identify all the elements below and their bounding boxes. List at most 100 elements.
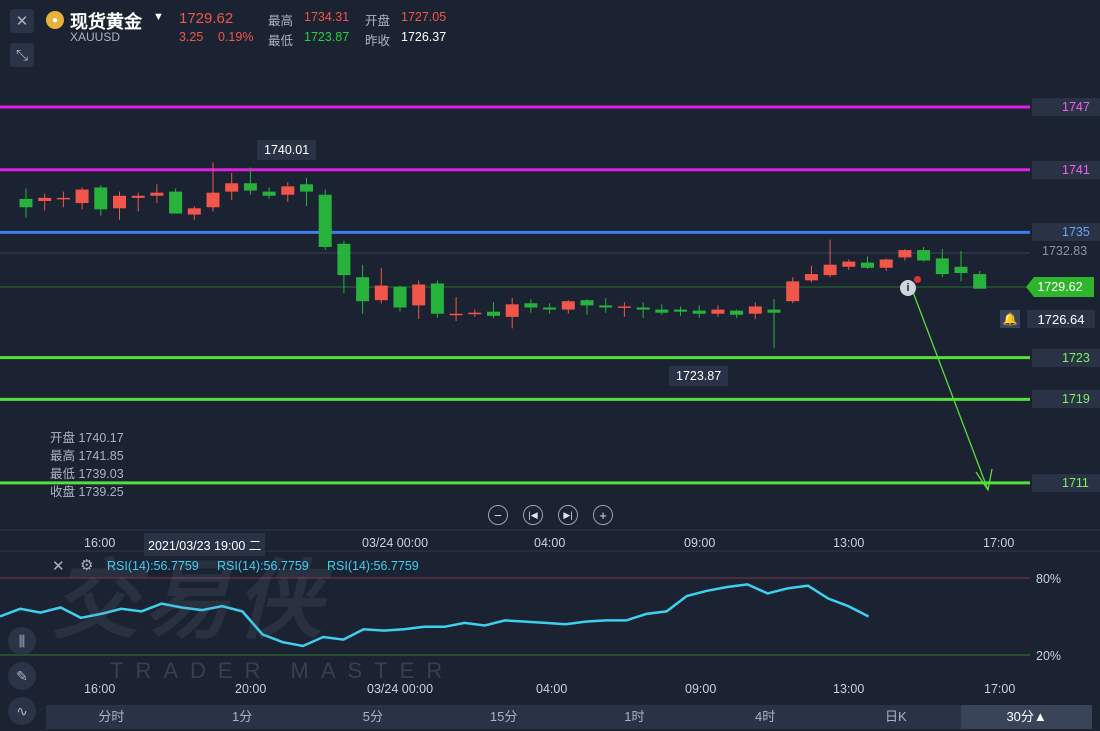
timeframe-tab[interactable]: 1分 bbox=[177, 705, 308, 729]
open-label: 开盘 bbox=[365, 14, 391, 28]
settings-icon[interactable]: ⚙ bbox=[80, 556, 93, 574]
info-icon[interactable]: i bbox=[900, 280, 916, 296]
candle-body[interactable] bbox=[711, 309, 725, 314]
timeframe-tab[interactable]: 4时 bbox=[700, 705, 831, 729]
candle-body[interactable] bbox=[38, 197, 52, 202]
candle-body[interactable] bbox=[356, 277, 370, 302]
ref-price-label: 1732.83 bbox=[1042, 244, 1088, 258]
timeframe-tab[interactable]: 日K bbox=[831, 705, 962, 729]
candle-body[interactable] bbox=[243, 183, 257, 191]
close-icon[interactable]: ✕ bbox=[10, 9, 34, 33]
candle-body[interactable] bbox=[206, 192, 220, 208]
candle-body[interactable] bbox=[281, 186, 295, 195]
step-forward-button[interactable]: ▶| bbox=[558, 505, 578, 525]
candle-body[interactable] bbox=[374, 285, 388, 301]
chevron-down-icon[interactable]: ▼ bbox=[153, 11, 164, 23]
level-tag: 1735 bbox=[1032, 223, 1100, 242]
candle-body[interactable] bbox=[692, 310, 706, 314]
candle-body[interactable] bbox=[56, 197, 70, 200]
timeframe-bar: 分时 1分 5分 15分 1时 4时 日K 30分▲ bbox=[46, 705, 1092, 729]
candle-body[interactable] bbox=[580, 300, 594, 306]
candle-body[interactable] bbox=[655, 309, 669, 313]
candle-body[interactable] bbox=[412, 284, 426, 306]
rsi-upper-label: 80% bbox=[1036, 572, 1062, 586]
step-back-button[interactable]: |◀ bbox=[523, 505, 543, 525]
indicator-icon[interactable]: ∿ bbox=[8, 697, 36, 725]
candle-body[interactable] bbox=[917, 250, 931, 261]
low-value: 1723.87 bbox=[304, 30, 350, 44]
candle-body[interactable] bbox=[898, 250, 912, 258]
rsi-time-label: 04:00 bbox=[536, 682, 568, 696]
timeframe-tab[interactable]: 分时 bbox=[46, 705, 177, 729]
rsi-lower-label: 20% bbox=[1036, 649, 1062, 663]
candle-body[interactable] bbox=[599, 305, 613, 308]
ohlc-open: 开盘 1740.17 bbox=[50, 431, 124, 445]
candle-body[interactable] bbox=[262, 191, 276, 196]
candle-body[interactable] bbox=[300, 184, 313, 192]
candle-body[interactable] bbox=[468, 312, 482, 315]
candle-body[interactable] bbox=[487, 311, 500, 316]
close-rsi-icon[interactable]: ✕ bbox=[52, 557, 65, 575]
zoom-in-button[interactable]: + bbox=[593, 505, 613, 525]
zoom-out-button[interactable]: − bbox=[488, 505, 508, 525]
candle-body[interactable] bbox=[674, 309, 687, 312]
candle-body[interactable] bbox=[430, 283, 444, 314]
candle-body[interactable] bbox=[786, 281, 800, 302]
candle-body[interactable] bbox=[954, 266, 968, 274]
candle-body[interactable] bbox=[225, 183, 239, 192]
rsi-time-label: 17:00 bbox=[984, 682, 1016, 696]
timeframe-tab[interactable]: 15分 bbox=[438, 705, 569, 729]
price-change-pct: 0.19% bbox=[218, 30, 254, 44]
time-label: 16:00 bbox=[84, 536, 116, 550]
candle-body[interactable] bbox=[561, 301, 575, 310]
prev-close-label: 昨收 bbox=[365, 34, 391, 48]
candle-body[interactable] bbox=[524, 303, 538, 308]
candle-body[interactable] bbox=[861, 262, 874, 268]
bell-icon[interactable]: 🔔 bbox=[1000, 310, 1020, 328]
candle-body[interactable] bbox=[393, 286, 407, 308]
candle-body[interactable] bbox=[935, 258, 949, 275]
candle-body[interactable] bbox=[150, 192, 164, 196]
candle-body[interactable] bbox=[823, 264, 837, 276]
level-tag: 1719 bbox=[1032, 390, 1100, 409]
timeframe-tab[interactable]: 5分 bbox=[308, 705, 439, 729]
candle-body[interactable] bbox=[842, 261, 856, 267]
candle-body[interactable] bbox=[19, 198, 33, 208]
candle-body[interactable] bbox=[636, 307, 650, 310]
candle-body[interactable] bbox=[505, 304, 519, 317]
alert-dot bbox=[914, 276, 921, 283]
candlestick-icon[interactable]: ⫼ bbox=[8, 627, 36, 655]
time-label: 09:00 bbox=[684, 536, 716, 550]
level-tag: 1747 bbox=[1032, 98, 1100, 117]
candle-body[interactable] bbox=[75, 189, 89, 204]
prev-close-value: 1726.37 bbox=[401, 30, 447, 44]
candle-body[interactable] bbox=[449, 313, 463, 316]
candle-body[interactable] bbox=[169, 191, 183, 214]
candle-body[interactable] bbox=[318, 194, 332, 247]
rsi-time-label: 13:00 bbox=[833, 682, 865, 696]
candle-body[interactable] bbox=[113, 195, 126, 209]
cursor-time-label: 2021/03/23 19:00 二 bbox=[144, 533, 266, 556]
candle-body[interactable] bbox=[187, 208, 201, 215]
candle-body[interactable] bbox=[617, 306, 631, 308]
rsi-time-label: 20:00 bbox=[235, 682, 267, 696]
candle-body[interactable] bbox=[748, 306, 762, 314]
candle-body[interactable] bbox=[131, 195, 145, 198]
ohlc-high: 最高 1741.85 bbox=[50, 449, 124, 463]
timeframe-tab-active[interactable]: 30分▲ bbox=[961, 705, 1092, 729]
timeframe-tab[interactable]: 1时 bbox=[569, 705, 700, 729]
high-value: 1734.31 bbox=[304, 10, 350, 24]
rsi-label: RSI(14):56.7759 bbox=[327, 559, 419, 573]
time-label: 03/24 00:00 bbox=[362, 536, 429, 550]
candle-body[interactable] bbox=[804, 274, 818, 281]
pencil-icon[interactable]: ✎ bbox=[8, 662, 36, 690]
candle-body[interactable] bbox=[730, 310, 744, 315]
candle-body[interactable] bbox=[879, 259, 893, 268]
candle-body[interactable] bbox=[94, 187, 108, 210]
candle-body[interactable] bbox=[543, 307, 557, 310]
candle-body[interactable] bbox=[337, 243, 351, 276]
candle-body[interactable] bbox=[973, 274, 987, 289]
collapse-arrows-icon[interactable]: ⤡ bbox=[10, 43, 34, 67]
time-label: 04:00 bbox=[534, 536, 566, 550]
candle-body[interactable] bbox=[767, 309, 781, 313]
